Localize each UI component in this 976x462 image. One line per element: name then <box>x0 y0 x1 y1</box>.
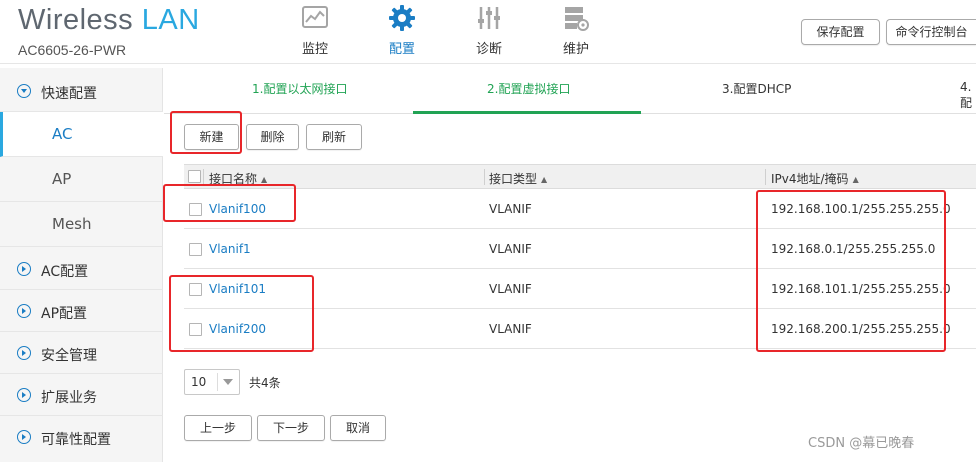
watermark: CSDN @幕已晚春 <box>808 436 915 451</box>
interface-type: VLANIF <box>489 202 532 216</box>
app-title: Wireless LAN <box>18 4 200 36</box>
chevron-right-icon <box>17 304 31 318</box>
annotation-box-vlanif101-200 <box>169 275 314 352</box>
interface-type: VLANIF <box>489 282 532 296</box>
sidebar-item-quick-config[interactable]: 快速配置 <box>0 68 163 112</box>
annotation-box-ip-column <box>756 190 946 352</box>
interface-type: VLANIF <box>489 242 532 256</box>
server-gear-icon <box>565 7 589 31</box>
sliders-icon <box>478 7 500 29</box>
sort-asc-icon: ▲ <box>541 175 548 184</box>
refresh-button[interactable]: 刷新 <box>306 124 362 150</box>
step-dhcp[interactable]: 3.配置DHCP <box>722 80 791 97</box>
next-step-button[interactable]: 下一步 <box>257 415 325 441</box>
cli-console-button[interactable]: 命令行控制台 <box>886 19 976 45</box>
app-header: Wireless LAN AC6605-26-PWR 监控 配置 诊断 维护 保… <box>0 0 976 64</box>
delete-button[interactable]: 删除 <box>246 124 299 150</box>
save-config-button[interactable]: 保存配置 <box>801 19 880 45</box>
chevron-right-icon <box>17 346 31 360</box>
chevron-right-icon <box>17 430 31 444</box>
monitor-chart-icon <box>302 6 328 28</box>
step-virtual-interface[interactable]: 2.配置虚拟接口 <box>487 80 570 97</box>
column-ipv4-mask[interactable]: IPv4地址/掩码 ▲ <box>771 170 859 187</box>
annotation-box-new <box>170 111 242 154</box>
chevron-right-icon <box>17 388 31 402</box>
step-ethernet[interactable]: 1.配置以太网接口 <box>252 80 347 97</box>
nav-monitor[interactable]: 监控 <box>285 4 345 60</box>
current-step-indicator <box>413 111 641 114</box>
interface-type: VLANIF <box>489 322 532 336</box>
wizard-steps: 1.配置以太网接口 2.配置虚拟接口 3.配置DHCP 4.配 <box>164 68 976 114</box>
step-4[interactable]: 4.配 <box>960 80 976 111</box>
column-interface-type[interactable]: 接口类型 ▲ <box>489 170 547 187</box>
prev-step-button[interactable]: 上一步 <box>184 415 252 441</box>
sidebar-item-ap-config[interactable]: AP配置 <box>0 290 163 332</box>
caret-down-icon <box>223 379 233 385</box>
chevron-right-icon <box>17 262 31 276</box>
sort-asc-icon: ▲ <box>261 175 268 184</box>
sidebar-sub-mesh[interactable]: Mesh <box>0 202 163 247</box>
nav-diagnose[interactable]: 诊断 <box>459 4 519 60</box>
sidebar-item-ac-config[interactable]: AC配置 <box>0 248 163 290</box>
cancel-button[interactable]: 取消 <box>330 415 386 441</box>
interface-name-link[interactable]: Vlanif1 <box>209 242 251 256</box>
sort-asc-icon: ▲ <box>852 175 859 184</box>
gear-icon <box>389 5 415 31</box>
device-model: AC6605-26-PWR <box>18 42 127 58</box>
sidebar-item-reliability[interactable]: 可靠性配置 <box>0 416 163 460</box>
sidebar-sub-ac[interactable]: AC <box>0 112 163 157</box>
chevron-down-icon <box>17 84 31 98</box>
nav-config[interactable]: 配置 <box>372 4 432 60</box>
page-size-select[interactable]: 10 <box>184 369 240 395</box>
annotation-box-vlanif100 <box>163 184 296 222</box>
sidebar-item-security[interactable]: 安全管理 <box>0 332 163 374</box>
sidebar-item-extended[interactable]: 扩展业务 <box>0 374 163 416</box>
row-checkbox[interactable] <box>189 243 202 256</box>
total-count: 共4条 <box>249 376 281 390</box>
sidebar-sub-ap[interactable]: AP <box>0 157 163 202</box>
nav-maintain[interactable]: 维护 <box>546 4 606 60</box>
table-header: 接口名称 ▲ 接口类型 ▲ IPv4地址/掩码 ▲ <box>184 164 976 189</box>
select-all-checkbox[interactable] <box>188 170 201 183</box>
